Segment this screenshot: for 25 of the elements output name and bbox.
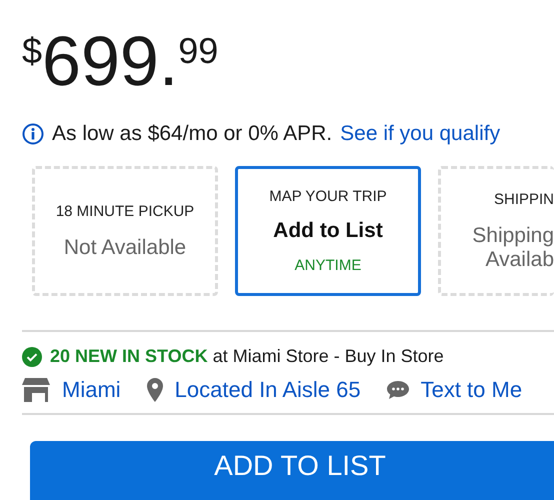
option-label: MAP YOUR TRIP (269, 188, 387, 205)
fulfillment-option[interactable]: MAP YOUR TRIP Add to List ANYTIME (235, 166, 421, 296)
option-label: 18 MINUTE PICKUP (56, 202, 194, 220)
store-link[interactable]: Miami (22, 377, 121, 403)
check-circle-icon (22, 346, 42, 366)
storefront-icon (22, 378, 50, 402)
option-value: Not Available (64, 236, 186, 260)
option-value: Shipping Availab (471, 224, 554, 272)
chat-bubble-icon (386, 380, 409, 400)
store-link[interactable]: Text to Me (386, 377, 522, 403)
store-link[interactable]: Located In Aisle 65 (146, 377, 361, 403)
financing-text: As low as $64/mo or 0% APR. (52, 122, 332, 146)
option-note: ANYTIME (294, 257, 362, 274)
fulfillment-option[interactable]: 18 MINUTE PICKUP Not Available (32, 166, 218, 296)
info-icon (22, 123, 44, 145)
add-to-list-button[interactable]: ADD TO LIST (30, 441, 554, 500)
option-value: Add to List (273, 219, 383, 243)
stock-status: 20 NEW IN STOCK at Miami Store - Buy In Store (50, 346, 444, 367)
fulfillment-option[interactable]: SHIPPIN Shipping Availab (438, 166, 554, 296)
price-amount: 699. (42, 26, 178, 96)
option-label: SHIPPIN (494, 190, 554, 208)
qualify-link[interactable]: See if you qualify (340, 122, 500, 146)
price-cents: 99 (178, 30, 218, 72)
location-pin-icon (146, 378, 163, 402)
price-currency: $ (22, 30, 42, 72)
